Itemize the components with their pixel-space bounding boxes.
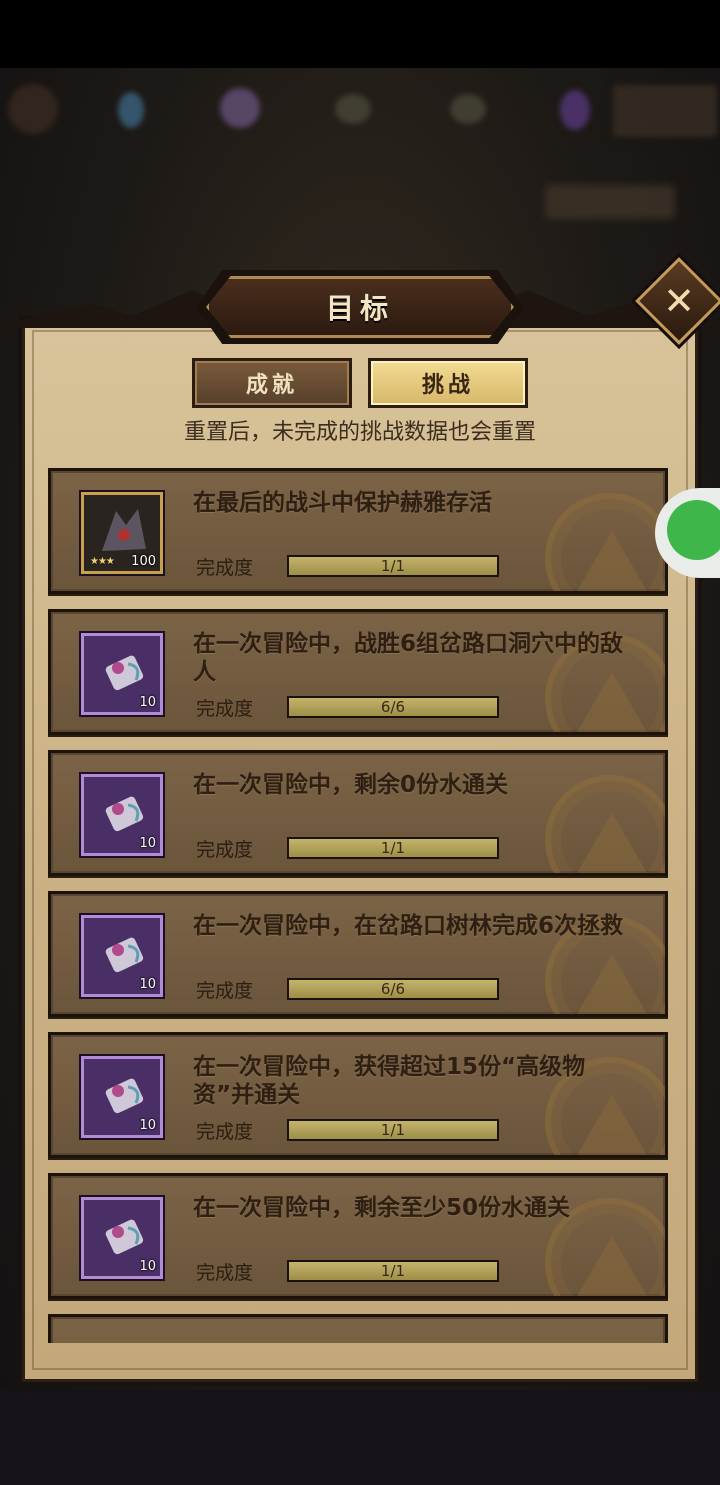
reward-count: 10 xyxy=(139,695,156,710)
reward-count: 10 xyxy=(139,1259,156,1274)
challenge-card: 10 在一次冒险中，剩余0份水通关 完成度 1/1 xyxy=(48,750,668,876)
star-rating: ★★★ xyxy=(90,556,115,567)
progress-label: 完成度 xyxy=(196,1121,254,1143)
hero-portrait-icon[interactable]: ★★★ 100 xyxy=(81,492,163,574)
progress-bar: 1/1 xyxy=(287,837,499,859)
close-icon[interactable]: ✕ xyxy=(648,270,710,332)
progress-bar: 1/1 xyxy=(287,1119,499,1141)
scroll-glyph-icon xyxy=(105,1078,144,1114)
challenge-title: 在一次冒险中，在岔路口树林完成6次拯救 xyxy=(193,913,624,939)
challenge-card: 10 在一次冒险中，战胜6组岔路口洞穴中的敌人 完成度 6/6 xyxy=(48,609,668,735)
scroll-glyph-icon xyxy=(105,796,144,832)
challenge-card: 10 在一次冒险中，在岔路口树林完成6次拯救 完成度 6/6 xyxy=(48,891,668,1017)
purple-scroll-icon[interactable]: 10 xyxy=(81,774,163,856)
progress-text: 1/1 xyxy=(380,557,406,575)
progress-text: 1/1 xyxy=(380,1262,406,1280)
challenge-title: 在一次冒险中，战胜6组岔路口洞穴中的敌人 xyxy=(193,631,624,685)
scroll-glyph-icon xyxy=(105,937,144,973)
challenge-card-partial xyxy=(48,1314,668,1343)
reward-count: 10 xyxy=(139,977,156,992)
reward-count: 100 xyxy=(131,554,156,569)
progress-label: 完成度 xyxy=(196,980,254,1002)
scroll-glyph-icon xyxy=(105,655,144,691)
progress-bar: 1/1 xyxy=(287,1260,499,1282)
progress-text: 6/6 xyxy=(380,980,406,998)
progress-label: 完成度 xyxy=(196,698,254,720)
progress-text: 1/1 xyxy=(380,839,406,857)
challenge-card: 10 在一次冒险中，剩余至少50份水通关 完成度 1/1 xyxy=(48,1173,668,1299)
challenge-list[interactable]: ★★★ 100 在最后的战斗中保护赫雅存活 完成度 1/1 10 在一次冒险中，… xyxy=(44,468,672,1343)
progress-bar: 6/6 xyxy=(287,696,499,718)
reward-count: 10 xyxy=(139,1118,156,1133)
challenge-title: 在一次冒险中，剩余至少50份水通关 xyxy=(193,1195,571,1221)
scroll-glyph-icon xyxy=(105,1219,144,1255)
progress-label: 完成度 xyxy=(196,839,254,861)
progress-bar: 1/1 xyxy=(287,555,499,577)
purple-scroll-icon[interactable]: 10 xyxy=(81,1056,163,1138)
progress-label: 完成度 xyxy=(196,557,254,579)
challenge-title: 在一次冒险中，剩余0份水通关 xyxy=(193,772,509,798)
status-bar xyxy=(0,0,720,68)
progress-label: 完成度 xyxy=(196,1262,254,1284)
tab-achievements[interactable]: 成就 xyxy=(192,358,352,408)
title-plate: 目标 xyxy=(206,276,514,338)
wechat-icon[interactable] xyxy=(667,500,720,560)
reward-count: 10 xyxy=(139,836,156,851)
blurred-sub-label xyxy=(545,185,675,219)
challenge-title: 在最后的战斗中保护赫雅存活 xyxy=(193,490,492,516)
challenge-card: 10 在一次冒险中，获得超过15份“高级物资”并通关 完成度 1/1 xyxy=(48,1032,668,1158)
purple-scroll-icon[interactable]: 10 xyxy=(81,1197,163,1279)
challenge-title: 在一次冒险中，获得超过15份“高级物资”并通关 xyxy=(193,1054,586,1108)
progress-text: 1/1 xyxy=(380,1121,406,1139)
bottom-shade xyxy=(0,1390,720,1485)
tab-challenges[interactable]: 挑战 xyxy=(368,358,528,408)
progress-bar: 6/6 xyxy=(287,978,499,1000)
progress-text: 6/6 xyxy=(380,698,406,716)
purple-scroll-icon[interactable]: 10 xyxy=(81,915,163,997)
blurred-hud xyxy=(0,70,720,150)
challenge-card: ★★★ 100 在最后的战斗中保护赫雅存活 完成度 1/1 xyxy=(48,468,668,594)
page-title: 目标 xyxy=(325,292,394,325)
reset-hint: 重置后，未完成的挑战数据也会重置 xyxy=(183,420,536,445)
portrait-glyph-icon xyxy=(102,509,146,551)
purple-scroll-icon[interactable]: 10 xyxy=(81,633,163,715)
